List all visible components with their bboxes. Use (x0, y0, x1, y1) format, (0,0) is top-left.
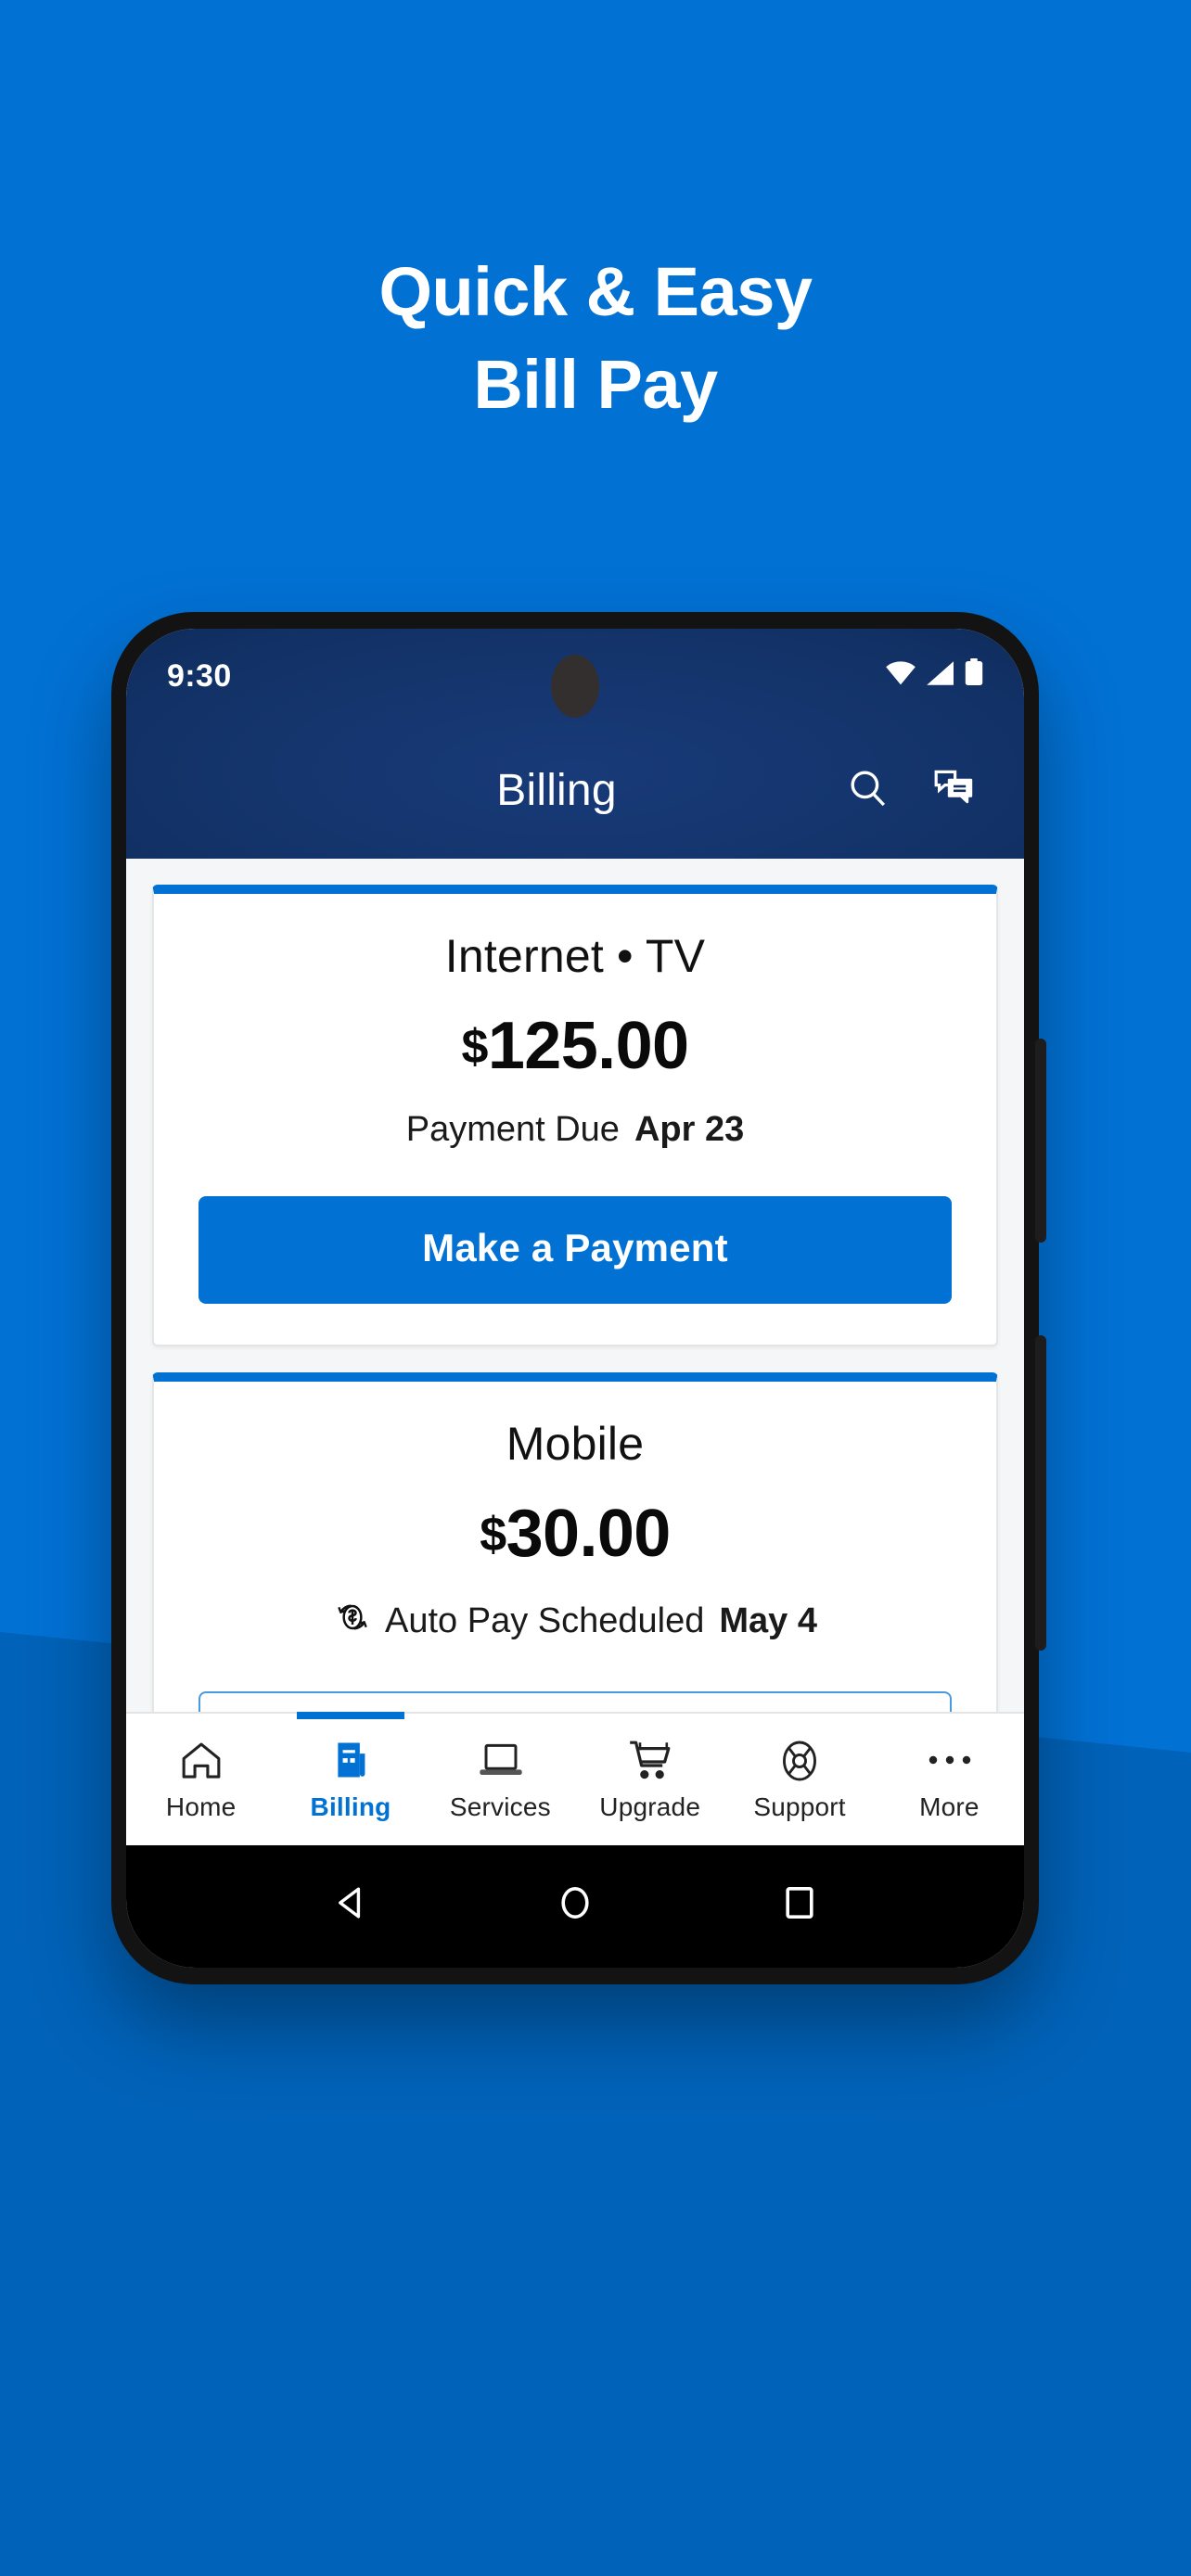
phone-volume-button[interactable] (1035, 1039, 1046, 1243)
billing-content: Internet • TV $125.00 Payment Due Apr 23… (126, 859, 1024, 1712)
ellipsis-icon (925, 1738, 973, 1782)
status-bar-clock: 9:30 (167, 658, 232, 694)
battery-icon (965, 658, 983, 695)
billing-icon (327, 1738, 374, 1782)
bill-card-mobile[interactable]: Mobile $30.00 Auto Pay Scheduled May 4 (152, 1372, 998, 1712)
bill-amount-value: 125.00 (487, 1007, 689, 1083)
back-button[interactable] (327, 1880, 372, 1933)
headline-line-2: Bill Pay (473, 346, 718, 423)
android-system-nav (126, 1845, 1024, 1968)
chat-icon (931, 765, 976, 819)
nav-label: Services (449, 1792, 551, 1821)
nav-label: Support (753, 1792, 846, 1821)
app-header: 9:30 Billing (126, 629, 1024, 859)
nav-item-billing[interactable]: Billing (275, 1712, 425, 1845)
phone-screen: 9:30 Billing Internet • TV $125.00 Payme… (126, 629, 1024, 1968)
bill-amount: $125.00 (198, 1007, 952, 1085)
phone-power-button[interactable] (1035, 1335, 1046, 1651)
make-a-payment-button[interactable]: Make a Payment (198, 1196, 952, 1304)
bill-service-name: Mobile (506, 1419, 645, 1471)
bill-status-date: Apr 23 (634, 1111, 745, 1150)
bill-status-label: Auto Pay Scheduled (385, 1602, 705, 1641)
bill-currency-symbol: $ (461, 1018, 489, 1074)
bill-status: Auto Pay Scheduled May 4 (198, 1599, 952, 1647)
nav-label: Upgrade (599, 1792, 701, 1821)
chat-button[interactable] (916, 755, 991, 829)
bill-status-label: Payment Due (405, 1111, 620, 1150)
nav-item-upgrade[interactable]: Upgrade (575, 1714, 724, 1845)
nav-item-home[interactable]: Home (126, 1714, 275, 1845)
bill-amount-value: 30.00 (506, 1495, 672, 1571)
bill-currency-symbol: $ (480, 1506, 506, 1562)
bill-amount: $30.00 (198, 1495, 952, 1573)
bill-status-date: May 4 (719, 1602, 817, 1641)
status-bar: 9:30 (126, 629, 1024, 725)
wifi-icon (885, 659, 916, 695)
nav-item-more[interactable]: More (875, 1714, 1024, 1845)
bottom-navigation: Home Billing Services Upgrade Support Mo… (126, 1712, 1024, 1845)
status-bar-icons (885, 658, 983, 695)
search-icon (846, 765, 890, 819)
promo-headline: Quick & Easy Bill Pay (0, 258, 1191, 419)
make-early-payment-button[interactable]: Make Early Payment (198, 1691, 952, 1712)
bill-service-name: Internet • TV (444, 931, 706, 983)
auto-pay-icon (333, 1599, 370, 1647)
bill-card-internet-tv[interactable]: Internet • TV $125.00 Payment Due Apr 23… (152, 885, 998, 1346)
nav-item-services[interactable]: Services (426, 1714, 575, 1845)
search-button[interactable] (831, 755, 905, 829)
cellular-signal-icon (926, 659, 955, 695)
nav-label: More (919, 1792, 980, 1821)
nav-label: Billing (310, 1792, 391, 1821)
life-ring-icon (777, 1738, 822, 1782)
home-icon (178, 1738, 224, 1782)
recents-button[interactable] (778, 1880, 823, 1933)
nav-label: Home (165, 1792, 237, 1821)
laptop-icon (476, 1738, 524, 1782)
home-button[interactable] (553, 1880, 597, 1933)
headline-line-1: Quick & Easy (378, 253, 813, 330)
page-title: Billing (496, 766, 617, 816)
phone-mockup: 9:30 Billing Internet • TV $125.00 Payme… (111, 612, 1046, 1984)
app-bar: Billing (126, 725, 1024, 859)
bill-status: Payment Due Apr 23 (198, 1111, 952, 1152)
nav-item-support[interactable]: Support (724, 1714, 874, 1845)
cart-icon (626, 1738, 674, 1782)
